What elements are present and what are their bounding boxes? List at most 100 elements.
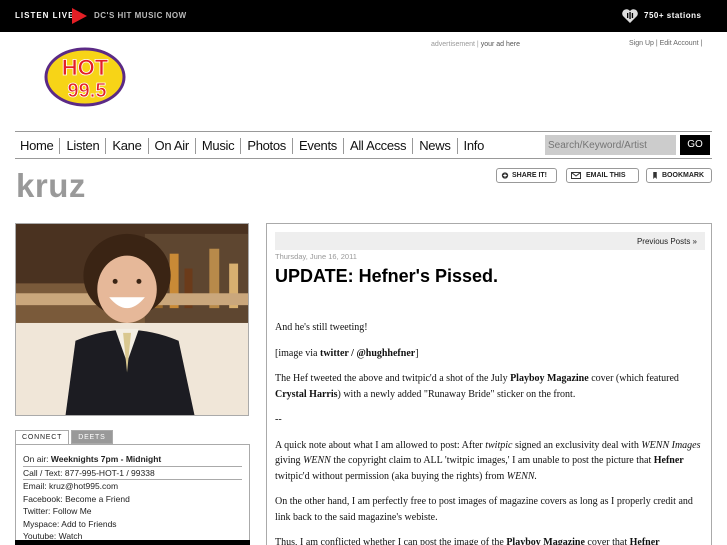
bookmark-icon [653,172,657,179]
iheart-icon[interactable] [621,8,639,24]
post-bold-text: Hefner [629,537,660,545]
post-paragraph: On the other hand, I am perfectly free t… [275,494,705,525]
sign-up-link[interactable]: Sign Up [629,40,654,47]
share-it-button[interactable]: SHARE IT! [496,168,557,183]
post-body: And he's still tweeting! [image via twit… [275,320,705,545]
post-text: [image via [275,347,320,359]
play-icon[interactable] [72,8,87,24]
search-input[interactable] [545,135,676,155]
facebook-link[interactable]: Become a Friend [65,494,130,504]
blog-post: Previous Posts » Thursday, June 16, 2011… [266,223,712,545]
ad-line: advertisement | your ad here [431,41,520,48]
connect-bottom-bar [15,540,250,545]
call-row: Call / Text: 877-995-HOT-1 / 99338 [23,467,242,480]
post-bold-text: Crystal Harris [275,388,338,400]
post-paragraph: The Hef tweeted the above and twitpic'd … [275,371,705,402]
share-it-label: SHARE IT! [512,172,547,179]
nav-item-news[interactable]: News [412,138,456,154]
station-logo[interactable]: HOT 99.5 [44,46,126,108]
post-bold-text: Hefner [653,455,684,466]
nav-item-home[interactable]: Home [15,138,59,154]
post-bold-text: Playboy Magazine [510,373,589,384]
twitter-label: Twitter: [23,506,51,516]
nav-item-info[interactable]: Info [456,138,490,154]
post-text: giving [275,455,304,466]
host-photo [15,223,249,416]
post-text: And he's still tweeting! [275,322,368,333]
nav-item-photos[interactable]: Photos [240,138,292,154]
twitter-credit-link[interactable]: twitter / @hughhefner [320,348,415,359]
post-text: Thus, I am conflicted whether I can post… [275,537,507,545]
on-air-row: On air: Weeknights 7pm - Midnight [23,453,242,467]
share-icon [501,172,509,179]
nav-item-listen[interactable]: Listen [59,138,105,154]
logo-hot-text: HOT [62,55,109,80]
account-links: Sign Up | Edit Account | [629,40,702,47]
post-text: signed an exclusivity deal with [512,439,642,451]
connect-panel: On air: Weeknights 7pm - Midnight Call /… [15,444,250,545]
post-text: cover that [584,537,630,545]
station-tagline: DC'S HIT MUSIC NOW [94,11,187,20]
post-title[interactable]: UPDATE: Hefner's Pissed. [275,266,498,287]
post-text: A quick note about what I am allowed to … [275,439,486,451]
top-bar: LISTEN LIVE DC'S HIT MUSIC NOW 750+ stat… [0,0,727,32]
page-title: kruz [16,167,86,204]
post-text: -- [275,414,282,425]
post-text: The Hef tweeted the above and twitpic'd … [275,373,511,384]
listen-live-link[interactable]: LISTEN LIVE [15,11,74,20]
post-text: the copyright claim to ALL 'twitpic imag… [330,455,654,466]
email-this-button[interactable]: EMAIL THIS [566,168,639,183]
post-header-bar: Previous Posts » [275,232,705,250]
post-italic-text: WENN. [506,470,538,482]
call-value: 877-995-HOT-1 / 99338 [64,467,155,478]
myspace-label: Myspace: [23,518,60,529]
email-this-label: EMAIL THIS [586,172,626,179]
search-go-button[interactable]: GO [680,135,710,155]
email-link[interactable]: kruz@hot995.com [49,481,118,491]
twitter-row: Twitter: Follow Me [23,505,242,518]
nav-item-music[interactable]: Music [194,138,240,154]
post-paragraph: And he's still tweeting! [275,320,705,336]
myspace-row: Myspace: Add to Friends [23,518,242,531]
call-label: Call / Text: [23,467,63,478]
facebook-label: Facebook: [23,493,63,504]
bookmark-label: BOOKMARK [662,172,704,179]
nav-item-events[interactable]: Events [292,138,343,154]
post-text: cover (which featured [588,373,679,384]
tab-deets[interactable]: DEETS [71,430,113,444]
nav-item-on-air[interactable]: On Air [147,138,195,154]
profile-tabs: CONNECT DEETS [15,430,113,444]
post-italic-text: twitpic [485,439,513,451]
myspace-link[interactable]: Add to Friends [61,519,116,529]
tab-connect[interactable]: CONNECT [15,430,70,444]
nav-item-kane[interactable]: Kane [105,138,147,154]
your-ad-here-link[interactable]: your ad here [481,41,520,48]
post-bold-text: Playboy Magazine [506,537,585,545]
post-paragraph: A quick note about what I am allowed to … [275,438,705,485]
post-paragraph: -- [275,412,705,428]
logo-frequency-text: 99.5 [68,80,107,102]
post-paragraph: Thus, I am conflicted whether I can post… [275,535,705,545]
post-date: Thursday, June 16, 2011 [275,252,357,261]
stations-link[interactable]: 750+ stations [644,11,701,20]
post-text: ) with a newly added "Runaway Bride" sti… [337,388,576,400]
post-paragraph: [image via twitter / @hughhefner] [275,346,705,362]
nav-items: Home Listen Kane On Air Music Photos Eve… [15,138,490,154]
account-trail: | [698,40,703,47]
twitter-link[interactable]: Follow Me [53,506,92,516]
edit-account-link[interactable]: Edit Account [660,40,699,47]
post-text: On the other hand, I am perfectly free t… [275,496,693,523]
email-row: Email: kruz@hot995.com [23,480,242,493]
email-icon [571,172,581,179]
post-text: ] [415,347,419,359]
previous-posts-link[interactable]: Previous Posts » [637,237,697,246]
nav-item-all-access[interactable]: All Access [342,138,412,154]
on-air-label: On air: [23,454,49,464]
bookmark-button[interactable]: BOOKMARK [646,168,712,183]
facebook-row: Facebook: Become a Friend [23,493,242,506]
on-air-value: Weeknights 7pm - Midnight [50,454,162,464]
advertisement-label: advertisement [431,41,475,48]
post-italic-text: WENN [303,455,331,466]
post-text: twitpic'd without permission (aka buying… [275,470,507,482]
main-nav: Home Listen Kane On Air Music Photos Eve… [15,131,712,159]
